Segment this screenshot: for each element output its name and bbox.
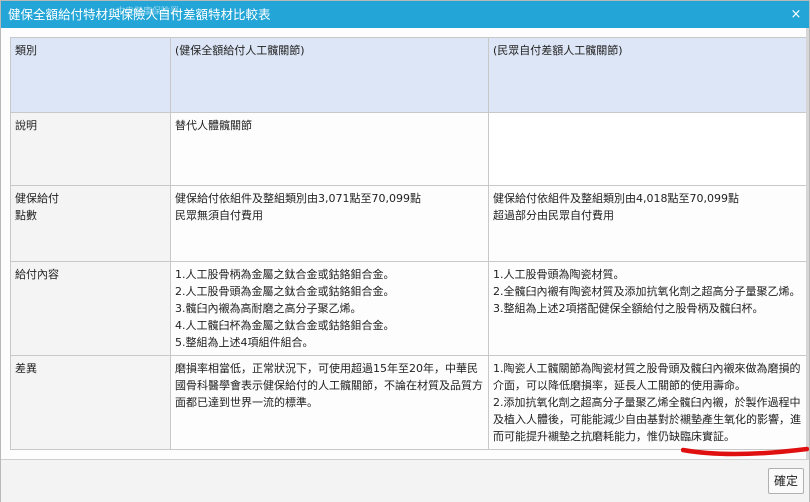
- table-row-points: 健保給付 點數 健保給付依組件及整組類別由3,071點至70,099點 民眾無須…: [10, 185, 807, 262]
- dialog-content: 類別 (健保全額給付人工髖關節) (民眾自付差額人工髖關節) 說明 替代人體髖關…: [1, 28, 809, 459]
- cell-text: 2.人工股骨頭為金屬之鈦合金或鈷鉻鉬合金。: [175, 285, 395, 298]
- category-label: 類別: [10, 37, 171, 113]
- table-row-description: 說明 替代人體髖關節: [10, 112, 807, 186]
- cell-contents-col1: 1.人工股骨柄為金屬之鈦合金或鈷鉻鉬合金。 2.人工股骨頭為金屬之鈦合金或鈷鉻鉬…: [170, 261, 489, 356]
- cell-text: 5.整組為上述4項組件組合。: [175, 336, 314, 349]
- column-header-self-pay: (民眾自付差額人工髖關節): [488, 37, 807, 113]
- cell-text: 2.全髖臼內襯有陶瓷材質及添加抗氧化劑之超高分子量聚乙烯。: [493, 285, 801, 298]
- cell-text: 1.人工股骨柄為金屬之鈦合金或鈷鉻鉬合金。: [175, 268, 395, 281]
- cell-points-col1: 健保給付依組件及整組類別由3,071點至70,099點 民眾無須自付費用: [170, 185, 489, 262]
- column-header-full-coverage: (健保全額給付人工髖關節): [170, 37, 489, 113]
- cell-text: 健保給付依組件及整組類別由4,018點至70,099點: [493, 192, 739, 205]
- cell-difference-col2: 1.陶瓷人工髖關節為陶瓷材質之股骨頭及髖臼內襯來做為磨損的介面，可以降低磨損率，…: [488, 355, 807, 450]
- comparison-dialog: 中央健康保險署 健保全額給付特材與保險人自付差額特材比較表 × 類別 (健保全額…: [0, 0, 810, 502]
- row-label-points-line1: 健保給付: [15, 192, 59, 205]
- row-label-difference: 差異: [10, 355, 171, 450]
- row-label-contents: 給付內容: [10, 261, 171, 356]
- cell-text: 1.人工股骨頭為陶瓷材質。: [493, 268, 625, 281]
- table-row-contents: 給付內容 1.人工股骨柄為金屬之鈦合金或鈷鉻鉬合金。 2.人工股骨頭為金屬之鈦合…: [10, 261, 807, 356]
- comparison-table: 類別 (健保全額給付人工髖關節) (民眾自付差額人工髖關節) 說明 替代人體髖關…: [10, 37, 807, 450]
- cell-text: 3.整組為上述2項搭配健保全額給付之股骨柄及髖臼杯。: [493, 302, 764, 315]
- dialog-title: 健保全額給付特材與保險人自付差額特材比較表: [8, 7, 271, 22]
- cell-text: 替代人體髖關節: [175, 119, 252, 132]
- cell-difference-col1: 磨損率相當低，正常狀況下，可使用超過15年至20年，中華民國骨科醫學會表示健保給…: [170, 355, 489, 450]
- cell-text: 民眾無須自付費用: [175, 209, 263, 222]
- table-row-difference: 差異 磨損率相當低，正常狀況下，可使用超過15年至20年，中華民國骨科醫學會表示…: [10, 355, 807, 450]
- row-label-description: 說明: [10, 112, 171, 186]
- cell-text: 1.陶瓷人工髖關節為陶瓷材質之股骨頭及髖臼內襯來做為磨損的介面，可以降低磨損率，…: [493, 362, 801, 392]
- cell-text: 磨損率相當低，正常狀況下，可使用超過15年至20年，中華民國骨科醫學會表示健保給…: [175, 362, 483, 409]
- close-icon[interactable]: ×: [783, 1, 809, 28]
- cell-description-col2: [488, 112, 807, 186]
- cell-text: 3.髖臼內襯為高耐磨之高分子聚乙烯。: [175, 302, 362, 315]
- dialog-footer: 確定: [1, 459, 809, 502]
- row-label-points-line2: 點數: [15, 209, 37, 222]
- row-label-points: 健保給付 點數: [10, 185, 171, 262]
- cell-text: 超過部分由民眾自付費用: [493, 209, 614, 222]
- cell-text: 健保給付依組件及整組類別由3,071點至70,099點: [175, 192, 421, 205]
- table-header-row: 類別 (健保全額給付人工髖關節) (民眾自付差額人工髖關節): [10, 37, 807, 113]
- cell-description-col1: 替代人體髖關節: [170, 112, 489, 186]
- cell-text: 2.添加抗氧化劑之超高分子量聚乙烯全髖臼內襯，於製作過程中及植入人體後，可能能減…: [493, 396, 801, 443]
- vertical-scrollbar[interactable]: [806, 28, 809, 459]
- cell-points-col2: 健保給付依組件及整組類別由4,018點至70,099點 超過部分由民眾自付費用: [488, 185, 807, 262]
- cell-contents-col2: 1.人工股骨頭為陶瓷材質。 2.全髖臼內襯有陶瓷材質及添加抗氧化劑之超高分子量聚…: [488, 261, 807, 356]
- cell-text: 4.人工髖臼杯為金屬之鈦合金或鈷鉻鉬合金。: [175, 319, 395, 332]
- dialog-titlebar[interactable]: 中央健康保險署 健保全額給付特材與保險人自付差額特材比較表 ×: [1, 1, 809, 28]
- ok-button[interactable]: 確定: [768, 468, 804, 494]
